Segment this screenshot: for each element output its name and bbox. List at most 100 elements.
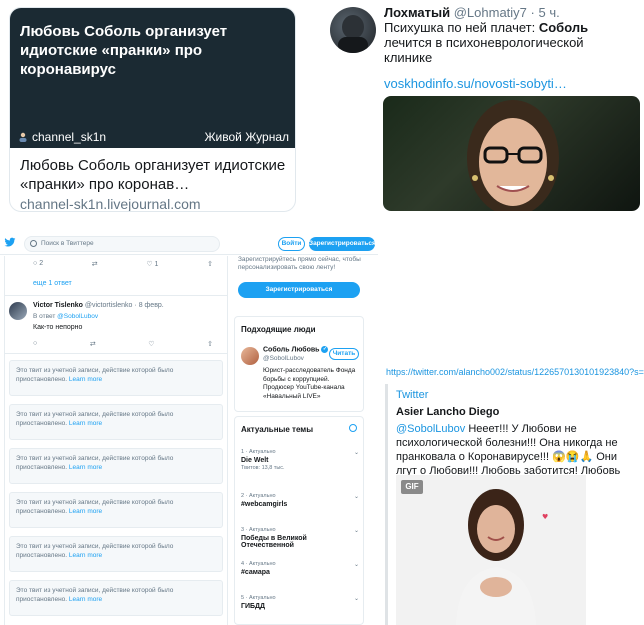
learn-more-link[interactable]: Learn more [69, 596, 102, 603]
chevron-down-icon[interactable]: ⌄ [354, 527, 359, 534]
tweet-author-handle[interactable]: @victortislenko [85, 302, 133, 309]
link-card-title: Любовь Соболь организует идиотские «пран… [20, 157, 286, 193]
avatar[interactable] [241, 347, 259, 365]
divider [5, 353, 227, 354]
link-card-source: Живой Журнал [204, 130, 289, 144]
tweet-author-handle[interactable]: @Lohmatiy7 [454, 5, 527, 20]
learn-more-link[interactable]: Learn more [69, 508, 102, 515]
trend-name: #webcamgirls [241, 501, 288, 508]
tweet-actions: ○ ⇄ ♡ ⇧ [33, 340, 213, 348]
retweet-icon[interactable]: ⇄ [90, 340, 96, 348]
tweet-header: Victor Tislenko @victortislenko · 8 февр… [33, 302, 164, 309]
learn-more-link[interactable]: Learn more [69, 464, 102, 471]
twitter-sidebar: Зарегистрируйтесь прямо сейчас, чтобы пе… [234, 256, 364, 625]
twitter-topbar: Поиск в Твиттере Войти Зарегистрироватьс… [0, 233, 378, 255]
reply-context: В ответ @SobolLubov [33, 313, 98, 320]
suspended-tweet-notice: Это твит из учетной записи, действие кот… [9, 536, 223, 572]
trend-name: #самара [241, 569, 270, 576]
more-replies-link[interactable]: еще 1 ответ [33, 280, 72, 287]
trend-name: ГИБДД [241, 603, 266, 610]
tweet-time[interactable]: · 5 ч. [531, 5, 560, 20]
tweet-link[interactable]: voskhodinfo.su/novosti-sobyti… [384, 76, 567, 91]
gif-media[interactable]: ♥ GIF [396, 475, 586, 625]
share-icon[interactable]: ⇧ [207, 340, 213, 348]
search-placeholder: Поиск в Твиттере [41, 240, 94, 247]
tweet-actions: ○ 2 ⇄ ♡ 1 ⇧ [33, 260, 213, 268]
chevron-down-icon[interactable]: ⌄ [354, 449, 359, 456]
tweet-author-name[interactable]: Victor Tislenko [33, 302, 83, 309]
suspended-tweet-notice: Это твит из учетной записи, действие кот… [9, 448, 223, 484]
tweet-header: Лохматый @Lohmatiy7 · 5 ч. [384, 5, 560, 20]
register-button[interactable]: Зарегистрироваться [309, 237, 376, 251]
suggested-user-bio: Юрист-расследователь Фонда борьбы с корр… [263, 367, 356, 400]
trend-item[interactable]: 1 · Актуально Die Welt Твитов: 13,8 тыс.… [241, 449, 359, 471]
avatar[interactable] [330, 7, 376, 53]
login-button[interactable]: Войти [278, 237, 305, 251]
retweet-icon[interactable]: ⇄ [92, 260, 98, 268]
status-link[interactable]: https://twitter.com/alancho002/status/12… [386, 367, 644, 377]
suspended-tweet-notice: Это твит из учетной записи, действие кот… [9, 404, 223, 440]
tweet-text-part: Психушка по ней плачет: [384, 20, 539, 35]
gear-icon[interactable] [349, 424, 357, 432]
suspended-tweet-notice: Это твит из учетной записи, действие кот… [9, 360, 223, 396]
trend-item[interactable]: 3 · Актуально Победы в Великой Отечестве… [241, 527, 359, 549]
search-input[interactable]: Поиск в Твиттере [24, 236, 220, 252]
reply-count: 2 [39, 260, 44, 267]
woman-gif-image: ♥ [456, 489, 548, 625]
like-action[interactable]: ♡ 1 [146, 260, 158, 268]
follow-button[interactable]: Читать [329, 348, 359, 360]
tweet-mention[interactable]: @SobolLubov [396, 423, 465, 435]
trend-item[interactable]: 5 · Актуально ГИБДД ⌄ [241, 595, 359, 610]
woman-photo [467, 100, 559, 211]
chevron-down-icon[interactable]: ⌄ [354, 493, 359, 500]
channel-name: channel_sk1n [32, 130, 107, 144]
twitter-bird-icon[interactable] [4, 236, 16, 248]
suggested-user-name[interactable]: Соболь Любовь ✓ [263, 346, 329, 354]
suggested-user-name-text: Соболь Любовь [263, 346, 320, 354]
trend-meta: 2 · Актуально [241, 493, 276, 499]
link-card-image: Любовь Соболь организует идиотские «пран… [10, 8, 295, 148]
suspended-tweet-notice: Это твит из учетной записи, действие кот… [9, 492, 223, 528]
like-count: 1 [154, 261, 159, 268]
reply-icon[interactable]: ○ [33, 340, 37, 348]
link-card-channel: channel_sk1n [18, 130, 106, 144]
trend-item[interactable]: 4 · Актуально #самара ⌄ [241, 561, 359, 576]
register-button[interactable]: Зарегистрироваться [238, 282, 360, 298]
who-to-follow-title: Подходящие люди [241, 325, 316, 334]
user-icon [19, 132, 27, 142]
livejournal-link-card[interactable]: Любовь Соболь организует идиотские «пран… [9, 7, 296, 212]
tweet-text-bold: Соболь [538, 20, 589, 35]
avatar-image [338, 15, 368, 53]
tweet-text: Психушка по ней плачет: Соболь лечится в… [384, 20, 634, 65]
tweet-author-name[interactable]: Asier Lancho Diego [396, 406, 499, 418]
tweet-photo[interactable] [383, 96, 640, 211]
tweet-text-part: лечится в психоневрологической клинике [384, 35, 584, 65]
trend-meta: 5 · Актуально [241, 595, 276, 601]
chevron-down-icon[interactable]: ⌄ [354, 595, 359, 602]
tweet-feed: ○ 2 ⇄ ♡ 1 ⇧ еще 1 ответ Victor Tislenko … [4, 256, 228, 625]
svg-text:♥: ♥ [542, 513, 548, 521]
trends-box: Актуальные темы 1 · Актуально Die Welt Т… [234, 416, 364, 625]
chevron-down-icon[interactable]: ⌄ [354, 561, 359, 568]
learn-more-link[interactable]: Learn more [69, 552, 102, 559]
trend-meta: 3 · Актуально [241, 527, 276, 533]
tweet-author-name[interactable]: Лохматый [384, 5, 450, 20]
learn-more-link[interactable]: Learn more [69, 376, 102, 383]
embed-source[interactable]: Twitter [396, 389, 428, 401]
embedded-tweet[interactable]: Twitter Asier Lancho Diego @SobolLubov Н… [385, 384, 631, 625]
learn-more-link[interactable]: Learn more [69, 420, 102, 427]
trend-count: Твитов: 13,8 тыс. [241, 465, 285, 471]
reply-action[interactable]: ○ 2 [33, 260, 43, 268]
tweet-time[interactable]: · 8 февр. [134, 302, 163, 309]
link-card-headline: Любовь Соболь организует идиотские «пран… [20, 23, 228, 78]
verified-icon: ✓ [321, 346, 329, 353]
trend-name: Die Welt [241, 457, 269, 464]
trend-item[interactable]: 2 · Актуально #webcamgirls ⌄ [241, 493, 359, 508]
suggested-user-handle[interactable]: @SobolLubov [263, 355, 304, 362]
share-icon[interactable]: ⇧ [207, 260, 213, 268]
reply-mention[interactable]: @SobolLubov [57, 313, 98, 320]
divider [5, 295, 227, 296]
heart-icon[interactable]: ♡ [148, 340, 154, 348]
avatar[interactable] [9, 302, 27, 320]
trend-meta: 1 · Актуально [241, 449, 276, 455]
